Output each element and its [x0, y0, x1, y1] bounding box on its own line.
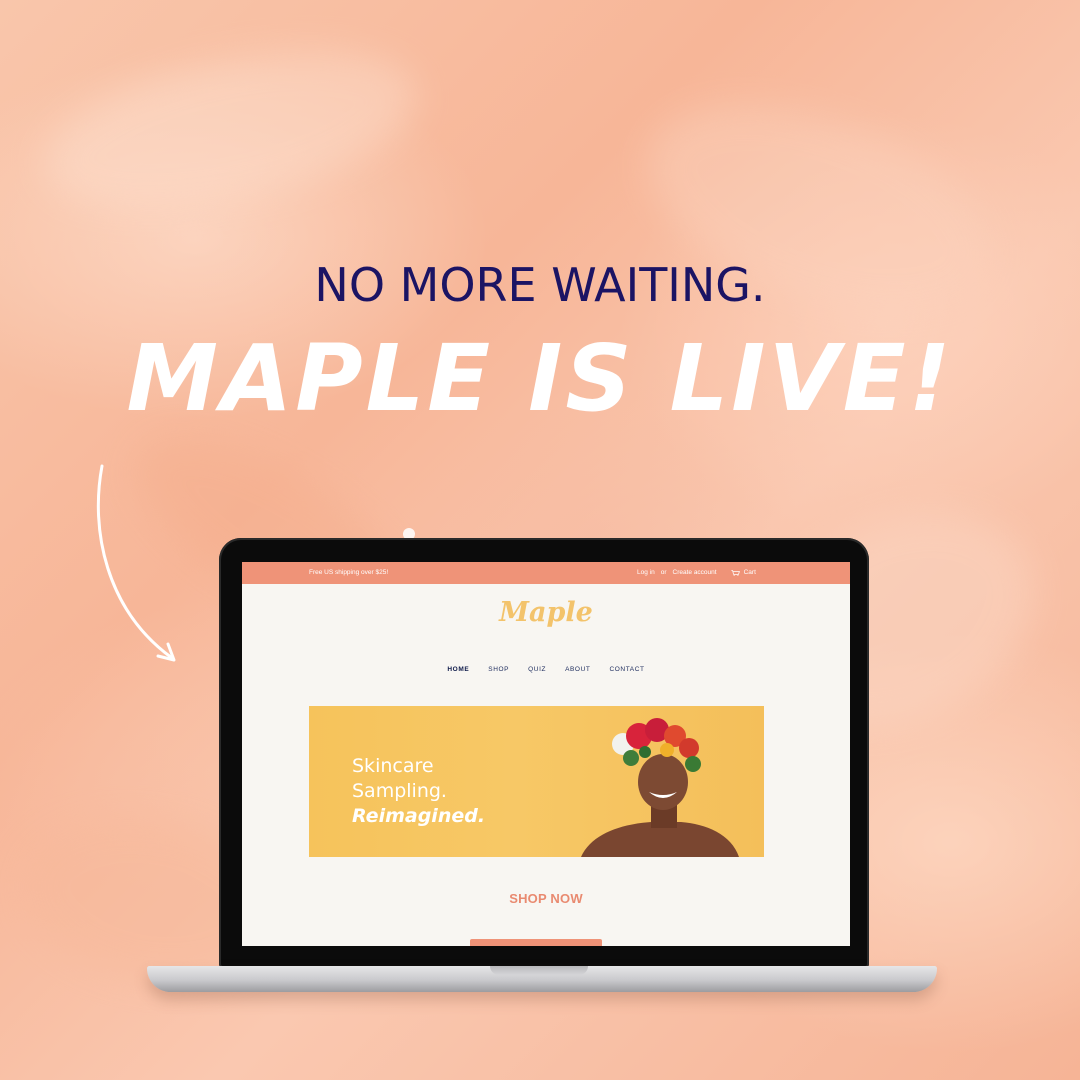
nav-quiz[interactable]: QUIZ: [528, 666, 546, 673]
or-separator: or: [660, 569, 667, 576]
account-links: Log in or Create account Cart: [637, 569, 756, 576]
nav-about[interactable]: ABOUT: [565, 666, 590, 673]
create-account-link[interactable]: Create account: [673, 569, 717, 576]
maple-logo[interactable]: Maple: [242, 597, 850, 628]
hero-banner[interactable]: Skincare Sampling. Reimagined.: [309, 706, 764, 857]
marble-swirl: [620, 63, 1020, 357]
announcement-bar: Free US shipping over $25! Log in or Cre…: [242, 562, 850, 584]
curved-arrow-icon: [96, 464, 176, 662]
marble-swirl: [29, 22, 431, 238]
hero-model-image: [581, 718, 739, 857]
laptop-screen: Free US shipping over $25! Log in or Cre…: [242, 562, 850, 946]
nav-shop[interactable]: SHOP: [488, 666, 509, 673]
login-link[interactable]: Log in: [637, 569, 655, 576]
shop-now-link[interactable]: SHOP NOW: [242, 891, 850, 906]
hero-tagline: Skincare Sampling. Reimagined.: [352, 754, 485, 829]
hero-line-3: Reimagined.: [352, 805, 486, 827]
nav-contact[interactable]: CONTACT: [609, 666, 644, 673]
headline-maple-is-live: MAPLE IS LIVE!: [126, 325, 954, 432]
main-nav: HOME SHOP QUIZ ABOUT CONTACT: [242, 666, 850, 673]
cart-icon: [730, 569, 740, 576]
headline-no-more-waiting: NO MORE WAITING.: [314, 258, 766, 312]
shop-button-edge[interactable]: [470, 939, 602, 946]
cart-label: Cart: [743, 569, 756, 576]
hero-line-2: Sampling.: [352, 780, 447, 802]
nav-home[interactable]: HOME: [447, 666, 469, 673]
hero-line-1: Skincare: [352, 755, 434, 777]
shipping-notice: Free US shipping over $25!: [309, 569, 389, 576]
laptop-base-notch: [490, 966, 588, 975]
cart-link[interactable]: Cart: [730, 569, 756, 576]
